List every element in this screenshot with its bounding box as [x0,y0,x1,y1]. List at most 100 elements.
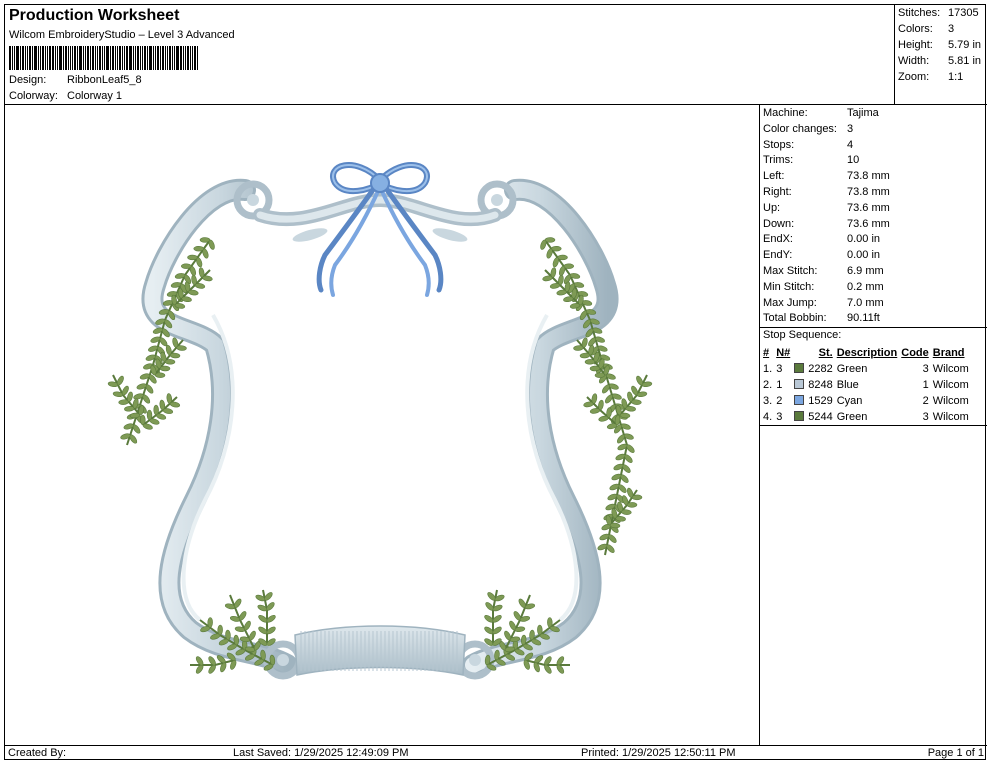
zoom-label: Zoom: [898,71,930,83]
software-name: Wilcom EmbroideryStudio – Level 3 Advanc… [9,29,235,41]
table-header-row: # N# St. Description Code Brand [761,345,971,361]
machine-info-row: EndY: 0.00 in [763,249,880,261]
barcode-bar [34,46,37,70]
design-preview [5,105,760,745]
barcode-bar [68,46,69,70]
colorway-row: Colorway: Colorway 1 [9,90,122,102]
barcode-bar [47,46,48,70]
embroidery-design-image [107,162,653,680]
machine-info-row: Total Bobbin: 90.11ft [763,312,880,324]
barcode-bar [38,46,39,70]
info-value: 0.00 in [847,233,881,246]
barcode-bar [9,46,11,70]
machine-info-row: Min Stitch: 0.2 mm [763,281,884,293]
design-row: Design: RibbonLeaf5_8 [9,74,142,86]
info-label: Max Stitch: [763,265,818,277]
row-description: Green [836,363,868,375]
barcode-bar [174,46,175,70]
barcode-bar [157,46,159,70]
width-row: Width: 5.81 in [898,55,981,67]
barcode-bar [95,46,96,70]
info-value: 90.11ft [847,312,880,325]
color-swatch [792,361,806,377]
worksheet: Production Worksheet Wilcom EmbroiderySt… [4,4,987,760]
barcode-bar [77,46,78,70]
barcode-bar [144,46,146,70]
barcode-bar [162,46,164,70]
swatch-color [794,379,805,389]
ribbon-bow [316,162,444,297]
last-saved: Last Saved: 1/29/2025 12:49:09 PM [233,747,409,759]
machine-info-row: Max Jump: 7.0 mm [763,297,884,309]
info-value: 7.0 mm [847,296,884,309]
barcode-bar [149,46,152,70]
col-code: Code [901,347,929,359]
divider [760,425,987,426]
width-label: Width: [898,55,930,67]
stitches-label: Stitches: [898,7,941,19]
barcode-bar [117,46,118,70]
info-value: 10 [847,154,860,167]
design-value: RibbonLeaf5_8 [67,74,142,86]
color-swatch [792,409,806,425]
row-st: 1529 [808,395,833,407]
info-label: Color changes: [763,122,837,135]
row-brand: Wilcom [932,379,969,391]
row-code: 3 [922,411,929,423]
machine-info-row: Stops: 4 [763,139,853,151]
info-label: Right: [763,186,792,198]
height-value: 5.79 in [948,39,982,51]
barcode-bar [79,46,82,70]
row-st: 2282 [808,363,833,375]
frame-bottom-banner [294,625,466,676]
barcode-bar [70,46,71,70]
info-label: Max Jump: [763,296,817,309]
barcode-bar [55,46,56,70]
machine-info-row: Left: 73.8 mm [763,170,890,182]
info-value: 73.6 mm [847,217,890,230]
info-value: 73.8 mm [847,170,890,183]
barcode-bar [14,46,15,70]
info-label: EndY: [763,249,793,262]
barcode-bar [140,46,141,70]
barcode-bar [172,46,173,70]
row-code: 2 [922,395,929,407]
barcode-bar [97,46,98,70]
table-row: 3. 2 1529 Cyan 2 Wilcom [761,393,971,409]
height-row: Height: 5.79 in [898,39,981,51]
page-title: Production Worksheet [9,7,180,24]
barcode-bar [167,46,168,70]
machine-info-row: Right: 73.8 mm [763,186,890,198]
printed-date: Printed: 1/29/2025 12:50:11 PM [581,747,736,759]
barcode-bar [194,46,196,70]
barcode-bar [32,46,33,70]
info-value: 4 [847,138,854,151]
row-code: 3 [922,363,929,375]
info-label: Min Stitch: [763,280,815,293]
colors-value: 3 [948,23,955,35]
machine-info-row: Color changes: 3 [763,123,853,135]
row-brand: Wilcom [932,411,969,423]
row-needle: 3 [776,411,783,423]
swatch-color [794,411,805,421]
info-label: Stops: [763,138,795,151]
barcode-bar [147,46,148,70]
barcode-bar [83,46,84,70]
info-label: Left: [763,170,785,183]
row-num: 2. [763,379,773,391]
machine-info-row: Max Stitch: 6.9 mm [763,265,884,277]
barcode-bar [63,46,64,70]
row-needle: 1 [776,379,783,391]
barcode-bar [192,46,193,70]
height-label: Height: [898,39,933,51]
barcode-bar [129,46,132,70]
barcode-bar [126,46,128,70]
barcode-bar [92,46,94,70]
barcode-bar [29,46,31,70]
row-brand: Wilcom [932,395,969,407]
row-st: 5244 [808,411,833,423]
design-label: Design: [9,74,47,86]
row-num: 4. [763,411,773,423]
color-swatch [792,377,806,393]
barcode-bar [119,46,121,70]
